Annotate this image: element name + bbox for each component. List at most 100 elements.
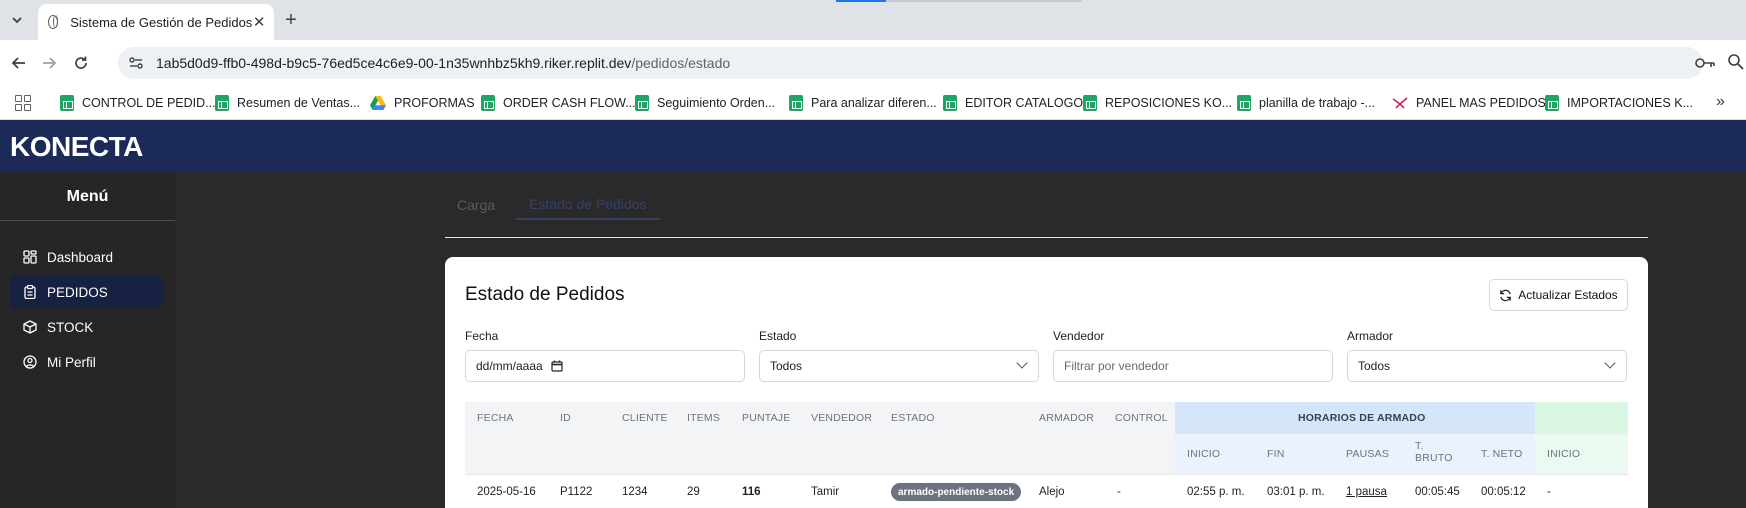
sidebar-item-pedidos[interactable]: PEDIDOS: [10, 276, 163, 308]
refresh-states-button[interactable]: Actualizar Estados: [1489, 279, 1628, 311]
password-key-icon[interactable]: [1694, 54, 1716, 72]
filter-vendedor: Vendedor Filtrar por vendedor: [1053, 329, 1333, 382]
subheader-t-bruto: T. BRUTO: [1415, 440, 1453, 464]
filter-label: Estado: [759, 329, 797, 343]
sidebar-item-dashboard[interactable]: Dashboard: [10, 241, 163, 273]
bookmark-label: PANEL MAS PEDIDOS: [1416, 96, 1546, 110]
cell-vendedor: Tamir: [811, 486, 840, 498]
tab-estado-de-pedidos[interactable]: Estado de Pedidos: [516, 190, 660, 220]
filter-estado: Estado Todos: [759, 329, 1039, 382]
globe-icon: [48, 15, 59, 29]
chevron-down-icon: [1016, 357, 1028, 369]
bookmark-item[interactable]: ORDER CASH FLOW...: [481, 93, 636, 113]
more-bookmarks-icon[interactable]: »: [1716, 93, 1725, 111]
site-settings-icon[interactable]: [128, 55, 144, 71]
app-header: KONECTA: [0, 120, 1746, 172]
cell-puntaje: 116: [742, 486, 761, 498]
filter-label: Fecha: [465, 329, 499, 343]
app-body: Menú Dashboard PEDIDOS STOCK Mi Perfil C…: [0, 172, 1746, 508]
filter-label: Vendedor: [1053, 329, 1105, 343]
armador-select[interactable]: Todos: [1347, 350, 1627, 382]
armador-select-value: Todos: [1358, 359, 1391, 373]
address-bar[interactable]: 1ab5d0d9-ffb0-498d-b9c5-76ed5ce4c6e9-00-…: [118, 47, 1703, 79]
sidebar-item-stock[interactable]: STOCK: [10, 311, 163, 343]
bookmark-item[interactable]: planilla de trabajo -...: [1237, 93, 1375, 113]
forward-arrow-icon[interactable]: [38, 52, 60, 74]
estado-select-value: Todos: [770, 359, 803, 373]
page-title: Estado de Pedidos: [465, 284, 625, 305]
menu-divider: [0, 220, 175, 221]
sidebar-item-label: STOCK: [47, 319, 94, 335]
sheets-icon: [789, 95, 803, 111]
bookmark-item[interactable]: CONTROL DE PEDID...: [60, 93, 216, 113]
browser-tab[interactable]: Sistema de Gestión de Pedidos ✕: [38, 4, 274, 40]
estado-pedidos-card: Estado de Pedidos Actualizar Estados Fec…: [445, 257, 1648, 508]
url-text: 1ab5d0d9-ffb0-498d-b9c5-76ed5ce4c6e9-00-…: [156, 55, 730, 71]
url-host: 1ab5d0d9-ffb0-498d-b9c5-76ed5ce4c6e9-00-…: [156, 55, 632, 71]
sidebar-item-label: PEDIDOS: [47, 284, 108, 300]
bookmark-item[interactable]: PROFORMAS: [370, 93, 475, 113]
sidebar-item-mi-perfil[interactable]: Mi Perfil: [10, 346, 163, 378]
new-tab-icon[interactable]: +: [279, 8, 303, 32]
table-row[interactable]: 2025-05-16 P1122 1234 29 116 Tamir armad…: [465, 474, 1628, 508]
cell-inicio: 02:55 p. m.: [1187, 486, 1245, 498]
tab-group-indicator-secondary: [886, 0, 1082, 2]
sidebar-item-label: Mi Perfil: [47, 354, 96, 370]
column-header-id: ID: [560, 412, 571, 424]
column-header-control: CONTROL: [1115, 412, 1168, 424]
date-input[interactable]: dd/mm/aaaa: [465, 350, 745, 382]
dashboard-icon: [23, 250, 37, 264]
content-tabs: Carga Estado de Pedidos: [445, 172, 1648, 238]
sheets-icon: [60, 95, 74, 111]
subheader-t-neto: T. NETO: [1481, 448, 1523, 460]
pausas-link[interactable]: 1 pausa: [1346, 486, 1387, 498]
group-header-horarios-armado: HORARIOS DE ARMADO: [1298, 412, 1426, 424]
cell-fecha: 2025-05-16: [477, 486, 536, 498]
reload-icon[interactable]: [70, 52, 92, 74]
bookmark-item[interactable]: Para analizar diferen...: [789, 93, 937, 113]
subheader-inicio: INICIO: [1187, 448, 1221, 460]
sheets-icon: [1083, 95, 1097, 111]
sheets-icon: [635, 95, 649, 111]
refresh-states-label: Actualizar Estados: [1518, 288, 1618, 302]
refresh-icon: [1500, 289, 1512, 301]
sheets-icon: [215, 95, 229, 111]
control-group-header-bg: [1535, 402, 1628, 434]
cell-t-bruto: 00:05:45: [1415, 486, 1460, 498]
zoom-icon[interactable]: [1727, 53, 1745, 71]
sheets-icon: [1237, 95, 1251, 111]
close-icon[interactable]: ✕: [252, 12, 266, 32]
cell-armador: Alejo: [1039, 486, 1065, 498]
calendar-icon[interactable]: [551, 360, 563, 372]
tab-search-chevron-icon[interactable]: [6, 9, 28, 31]
user-circle-icon: [23, 355, 37, 369]
bookmark-item[interactable]: Resumen de Ventas...: [215, 93, 360, 113]
chevron-down-icon: [1604, 357, 1616, 369]
back-arrow-icon[interactable]: [8, 52, 30, 74]
vendedor-input[interactable]: Filtrar por vendedor: [1053, 350, 1333, 382]
status-badge: armado-pendiente-stock: [891, 483, 1022, 501]
bookmark-label: ORDER CASH FLOW...: [503, 96, 636, 110]
bookmark-item[interactable]: IMPORTACIONES K...: [1545, 93, 1693, 113]
sidebar-item-label: Dashboard: [47, 249, 114, 265]
tab-carga[interactable]: Carga: [457, 190, 495, 220]
filter-armador: Armador Todos: [1347, 329, 1627, 382]
column-header-armador: ARMADOR: [1039, 412, 1095, 424]
bookmark-label: IMPORTACIONES K...: [1567, 96, 1693, 110]
subheader-pausas: PAUSAS: [1346, 448, 1390, 460]
bookmark-label: EDITOR CATALOGO: [965, 96, 1084, 110]
apps-grid-icon[interactable]: [15, 95, 31, 111]
bookmark-item[interactable]: PANEL MAS PEDIDOS: [1392, 93, 1546, 113]
bookmarks-bar: CONTROL DE PEDID... Resumen de Ventas...…: [0, 86, 1746, 120]
bookmark-item[interactable]: Seguimiento Orden...: [635, 93, 775, 113]
sheets-icon: [1545, 95, 1559, 111]
date-input-value: dd/mm/aaaa: [476, 359, 543, 373]
estado-select[interactable]: Todos: [759, 350, 1039, 382]
clipboard-icon: [24, 285, 36, 299]
filter-label: Armador: [1347, 329, 1394, 343]
sidebar: Menú Dashboard PEDIDOS STOCK Mi Perfil: [0, 172, 175, 508]
browser-tabstrip: Sistema de Gestión de Pedidos ✕ +: [0, 0, 1746, 40]
bookmark-item[interactable]: EDITOR CATALOGO: [943, 93, 1083, 113]
bookmark-item[interactable]: REPOSICIONES KO...: [1083, 93, 1232, 113]
bookmark-label: Resumen de Ventas...: [237, 96, 360, 110]
